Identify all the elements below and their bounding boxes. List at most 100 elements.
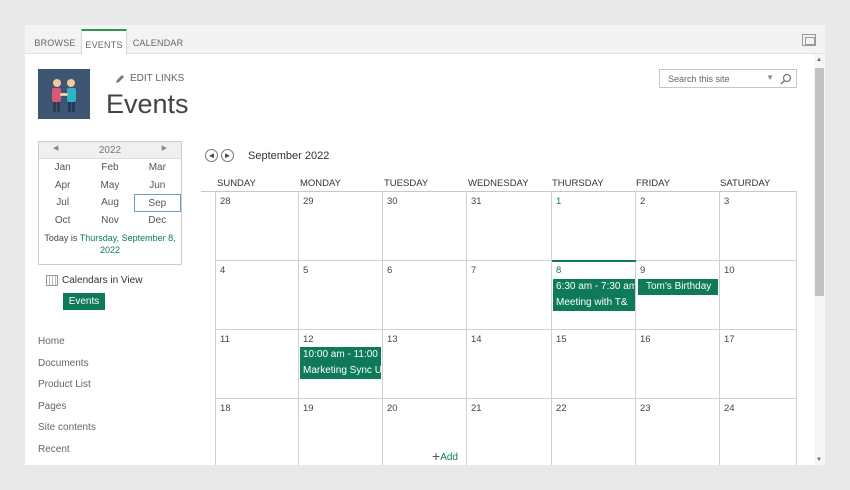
tab-calendar[interactable]: CALENDAR	[129, 29, 187, 54]
day-number[interactable]: 29	[303, 196, 314, 207]
month-may[interactable]: May	[86, 177, 133, 195]
month-aug[interactable]: Aug	[86, 194, 133, 212]
day-number[interactable]: 1	[556, 196, 561, 207]
nav-item-documents[interactable]: Documents	[38, 357, 96, 379]
day-number[interactable]: 5	[303, 265, 308, 276]
nav-item-recent[interactable]: Recent	[38, 443, 96, 465]
dow-tuesday: TUESDAY	[384, 178, 429, 189]
dow-monday: MONDAY	[300, 178, 341, 189]
day-number[interactable]: 30	[387, 196, 398, 207]
nav-item-pages[interactable]: Pages	[38, 400, 96, 422]
scroll-down-icon[interactable]: ▼	[816, 457, 822, 463]
day-number[interactable]: 4	[220, 265, 225, 276]
grid-column-line	[215, 191, 216, 465]
prev-month-icon[interactable]: ◄	[205, 149, 218, 162]
day-number[interactable]: 18	[220, 403, 231, 414]
tab-events[interactable]: EVENTS	[81, 29, 127, 55]
event-marketing-sync[interactable]: 10:00 am - 11:00 a Marketing Sync U	[300, 347, 381, 379]
nav-item-home[interactable]: Home	[38, 335, 96, 357]
month-grid: Jan Feb Mar Apr May Jun Jul Aug Sep Oct …	[39, 159, 181, 229]
day-number[interactable]: 28	[220, 196, 231, 207]
search-icon[interactable]	[780, 73, 792, 85]
edit-links[interactable]: EDIT LINKS	[115, 73, 184, 84]
day-number[interactable]: 22	[556, 403, 567, 414]
today-indicator: Today is Thursday, September 8, 2022	[39, 229, 181, 256]
month-title: September 2022	[248, 150, 330, 162]
day-number[interactable]: 10	[724, 265, 735, 276]
dow-saturday: SATURDAY	[720, 178, 771, 189]
plus-icon: +	[432, 448, 441, 464]
month-apr[interactable]: Apr	[39, 177, 86, 195]
page-frame: BROWSE EVENTS CALENDAR EDIT LINKS Events…	[25, 25, 825, 465]
handshake-people-icon	[38, 69, 90, 119]
day-number[interactable]: 6	[387, 265, 392, 276]
nav-item-product-list[interactable]: Product List	[38, 378, 96, 400]
day-number[interactable]: 21	[471, 403, 482, 414]
month-sep[interactable]: Sep	[133, 194, 181, 212]
edit-links-label: EDIT LINKS	[130, 73, 185, 84]
day-number[interactable]: 8	[556, 265, 561, 276]
search-box[interactable]: Search this site ▼	[659, 69, 797, 88]
month-feb[interactable]: Feb	[86, 159, 133, 177]
day-number[interactable]: 12	[303, 334, 314, 345]
add-event-button[interactable]: +Add	[432, 448, 458, 464]
day-number[interactable]: 31	[471, 196, 482, 207]
day-number[interactable]: 15	[556, 334, 567, 345]
search-scope-dropdown-icon[interactable]: ▼	[766, 73, 774, 82]
calendar-grid-top	[201, 191, 797, 192]
month-mar[interactable]: Mar	[134, 159, 181, 177]
month-oct[interactable]: Oct	[39, 212, 86, 230]
day-number[interactable]: 23	[640, 403, 651, 414]
event-time: 6:30 am - 7:30 am	[556, 281, 635, 292]
dow-sunday: SUNDAY	[217, 178, 256, 189]
grid-column-line	[382, 191, 383, 465]
day-number[interactable]: 24	[724, 403, 735, 414]
day-number[interactable]: 14	[471, 334, 482, 345]
month-jun[interactable]: Jun	[134, 177, 181, 195]
day-number[interactable]: 3	[724, 196, 729, 207]
event-birthday[interactable]: Tom's Birthday	[638, 279, 718, 295]
prev-year-icon[interactable]: ◀	[53, 144, 58, 152]
date-picker: ◀ 2022 ▶ Jan Feb Mar Apr May Jun Jul Aug…	[38, 141, 182, 265]
search-input[interactable]: Search this site	[668, 74, 730, 84]
tab-browse[interactable]: BROWSE	[31, 29, 79, 54]
day-number[interactable]: 13	[387, 334, 398, 345]
today-link[interactable]: Thursday, September 8, 2022	[80, 233, 176, 255]
calendar-overlay-events[interactable]: Events	[63, 293, 105, 310]
month-jul[interactable]: Jul	[39, 194, 86, 212]
pencil-icon	[116, 74, 124, 83]
day-number[interactable]: 2	[640, 196, 645, 207]
focus-on-content-icon[interactable]	[802, 34, 816, 46]
grid-row-line	[215, 398, 797, 399]
grid-column-line	[466, 191, 467, 465]
nav-item-site-contents[interactable]: Site contents	[38, 421, 96, 443]
grid-row-line	[215, 329, 797, 330]
grid-column-line	[796, 191, 797, 465]
dow-thursday: THURSDAY	[552, 178, 604, 189]
event-title: Meeting with T&	[556, 297, 628, 308]
next-year-icon[interactable]: ▶	[162, 144, 167, 152]
site-logo[interactable]	[38, 69, 90, 119]
date-picker-header: ◀ 2022 ▶	[39, 142, 181, 159]
scrollbar-thumb[interactable]	[815, 68, 824, 296]
month-jan[interactable]: Jan	[39, 159, 86, 177]
day-number[interactable]: 19	[303, 403, 314, 414]
next-month-icon[interactable]: ►	[221, 149, 234, 162]
month-nov[interactable]: Nov	[86, 212, 133, 230]
event-meeting[interactable]: 6:30 am - 7:30 am Meeting with T&	[553, 279, 635, 311]
vertical-scrollbar[interactable]: ▲ ▼	[814, 54, 825, 465]
day-number[interactable]: 16	[640, 334, 651, 345]
month-dec[interactable]: Dec	[134, 212, 181, 230]
grid-row-line	[215, 260, 797, 261]
day-number[interactable]: 17	[724, 334, 735, 345]
day-number[interactable]: 7	[471, 265, 476, 276]
grid-column-line	[298, 191, 299, 465]
calendars-in-view-label: Calendars in View	[62, 275, 143, 286]
calendars-in-view: Calendars in View	[46, 275, 142, 286]
day-number[interactable]: 20	[387, 403, 398, 414]
grid-column-line	[551, 191, 552, 465]
day-number[interactable]: 9	[640, 265, 645, 276]
day-number[interactable]: 11	[220, 334, 230, 345]
date-picker-year: 2022	[98, 145, 122, 156]
scroll-up-icon[interactable]: ▲	[816, 57, 822, 63]
